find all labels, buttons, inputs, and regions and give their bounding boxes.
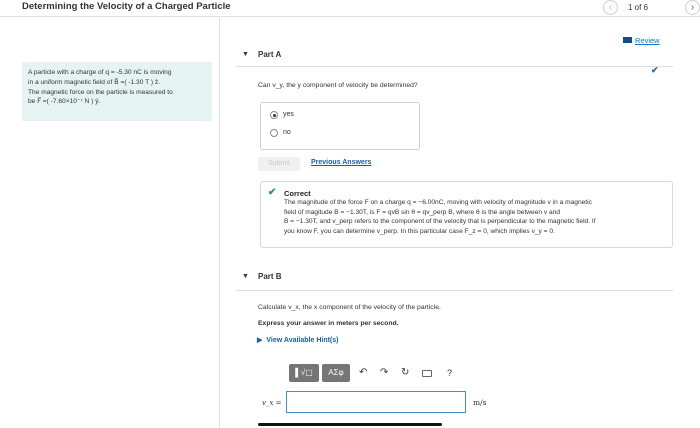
- feedback-line-3: B = −1.30T, and v_perp refers to the com…: [284, 218, 596, 226]
- part-a-submit-button[interactable]: Submit: [258, 157, 300, 171]
- answer-label: v_x =: [262, 399, 282, 407]
- redo-icon[interactable]: ↷: [380, 366, 388, 380]
- problem-line-4: be F⃗ =( -7.60×10⁻⁷ N ) ŷ.: [28, 98, 101, 106]
- chevron-left-icon: ‹: [608, 2, 613, 13]
- part-b-header[interactable]: Part B: [258, 272, 282, 281]
- previous-problem-button[interactable]: ‹: [603, 0, 618, 15]
- previous-answers-link[interactable]: Previous Answers: [311, 159, 371, 166]
- horizontal-scrollbar[interactable]: [258, 423, 442, 426]
- part-a-options: yes no: [260, 102, 420, 150]
- next-problem-button[interactable]: ›: [685, 0, 700, 15]
- help-icon[interactable]: ?: [447, 366, 452, 380]
- part-b-question: Calculate v_x, the x component of the ve…: [258, 304, 441, 311]
- keyboard-icon[interactable]: [422, 370, 432, 377]
- template-button[interactable]: ▌√▢: [289, 364, 319, 382]
- book-icon: [623, 37, 632, 43]
- problem-line-3: The magnetic force on the particle is me…: [28, 88, 173, 96]
- part-b-collapse-icon[interactable]: ▼: [242, 273, 249, 280]
- radio-no[interactable]: [270, 129, 278, 137]
- feedback-title: Correct: [284, 189, 311, 198]
- view-hints-link[interactable]: ▶ View Available Hint(s): [257, 336, 339, 344]
- problem-statement: A particle with a charge of q = -5.30 nC…: [22, 62, 212, 121]
- answer-unit: m/s: [473, 398, 487, 407]
- feedback-box: ✔ Correct The magnitude of the force F o…: [260, 181, 673, 248]
- feedback-text: The magnitude of the force F on a charge…: [284, 198, 669, 236]
- answer-input[interactable]: [286, 391, 466, 413]
- radio-yes[interactable]: [270, 111, 278, 119]
- part-b-divider: [236, 290, 673, 291]
- part-a-collapse-icon[interactable]: ▼: [242, 51, 249, 58]
- top-bar: Determining the Velocity of a Charged Pa…: [0, 0, 700, 17]
- feedback-line-1: The magnitude of the force F on a charge…: [284, 199, 592, 206]
- part-a-header[interactable]: Part A: [258, 50, 281, 59]
- math-toolbar: ▌√▢ ΑΣφ ↶ ↷ ↻ ?: [289, 364, 465, 384]
- part-a-complete-check-icon: ✔: [651, 65, 659, 75]
- reset-icon[interactable]: ↻: [401, 366, 409, 380]
- part-a-question: Can v_y, the y component of velocity be …: [258, 82, 418, 89]
- undo-icon[interactable]: ↶: [359, 366, 367, 380]
- hint-label: View Available Hint(s): [266, 337, 339, 344]
- feedback-line-4: you know F, you can determine v_perp. In…: [284, 227, 555, 235]
- review-label: Review: [635, 36, 660, 45]
- option-label-no[interactable]: no: [283, 129, 291, 136]
- part-a-divider: [236, 66, 673, 67]
- option-label-yes[interactable]: yes: [283, 111, 294, 118]
- symbols-button[interactable]: ΑΣφ: [322, 364, 350, 382]
- page-title: Determining the Velocity of a Charged Pa…: [22, 1, 231, 12]
- feedback-line-2: field of magitude B = −1.30T, is F = qvB…: [284, 208, 561, 216]
- problem-counter: 1 of 6: [628, 3, 649, 12]
- problem-line-1: A particle with a charge of q = -5.30 nC…: [28, 69, 172, 76]
- caret-right-icon: ▶: [257, 337, 263, 344]
- chevron-right-icon: ›: [690, 2, 695, 13]
- part-b-instruction: Express your answer in meters per second…: [258, 320, 399, 327]
- review-link[interactable]: Review: [623, 36, 660, 45]
- checkmark-icon: ✔: [268, 187, 277, 198]
- problem-line-2: in a uniform magnetic field of B⃗ =( -1.…: [28, 78, 161, 86]
